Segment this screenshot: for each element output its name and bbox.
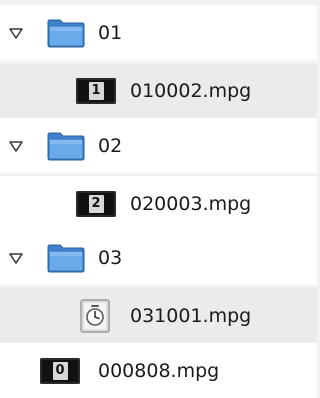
- file-tree: 01 1 010002.mpg 02 2 020003.mpg 03 03100…: [0, 0, 317, 398]
- tree-row-file[interactable]: 2 020003.mpg: [0, 176, 317, 231]
- file-label: 020003.mpg: [130, 192, 252, 215]
- tree-row-folder-02[interactable]: 02: [0, 118, 317, 173]
- folder-label: 01: [98, 21, 123, 44]
- folder-icon: [47, 19, 85, 47]
- tree-row-folder-01[interactable]: 01: [0, 5, 317, 60]
- video-file-icon: 1: [76, 77, 116, 104]
- file-badge-number: 0: [52, 361, 68, 380]
- clock-file-icon: [80, 298, 110, 333]
- video-file-icon: 0: [40, 357, 80, 384]
- file-label: 010002.mpg: [130, 79, 252, 102]
- expand-triangle-icon[interactable]: [8, 25, 24, 41]
- expand-triangle-icon[interactable]: [8, 138, 24, 154]
- file-label: 000808.mpg: [98, 359, 220, 382]
- folder-label: 03: [98, 246, 123, 269]
- tree-row-file[interactable]: 031001.mpg: [0, 288, 317, 343]
- tree-row-file[interactable]: 0 000808.mpg: [0, 343, 317, 398]
- folder-icon: [47, 244, 85, 272]
- file-label: 031001.mpg: [130, 304, 252, 327]
- expand-triangle-icon[interactable]: [8, 250, 24, 266]
- folder-label: 02: [98, 134, 123, 157]
- video-file-icon: 2: [76, 190, 116, 217]
- file-badge-number: 2: [88, 194, 104, 213]
- folder-icon: [47, 132, 85, 160]
- tree-row-file[interactable]: 1 010002.mpg: [0, 63, 317, 118]
- file-badge-number: 1: [88, 81, 104, 100]
- tree-row-folder-03[interactable]: 03: [0, 230, 317, 285]
